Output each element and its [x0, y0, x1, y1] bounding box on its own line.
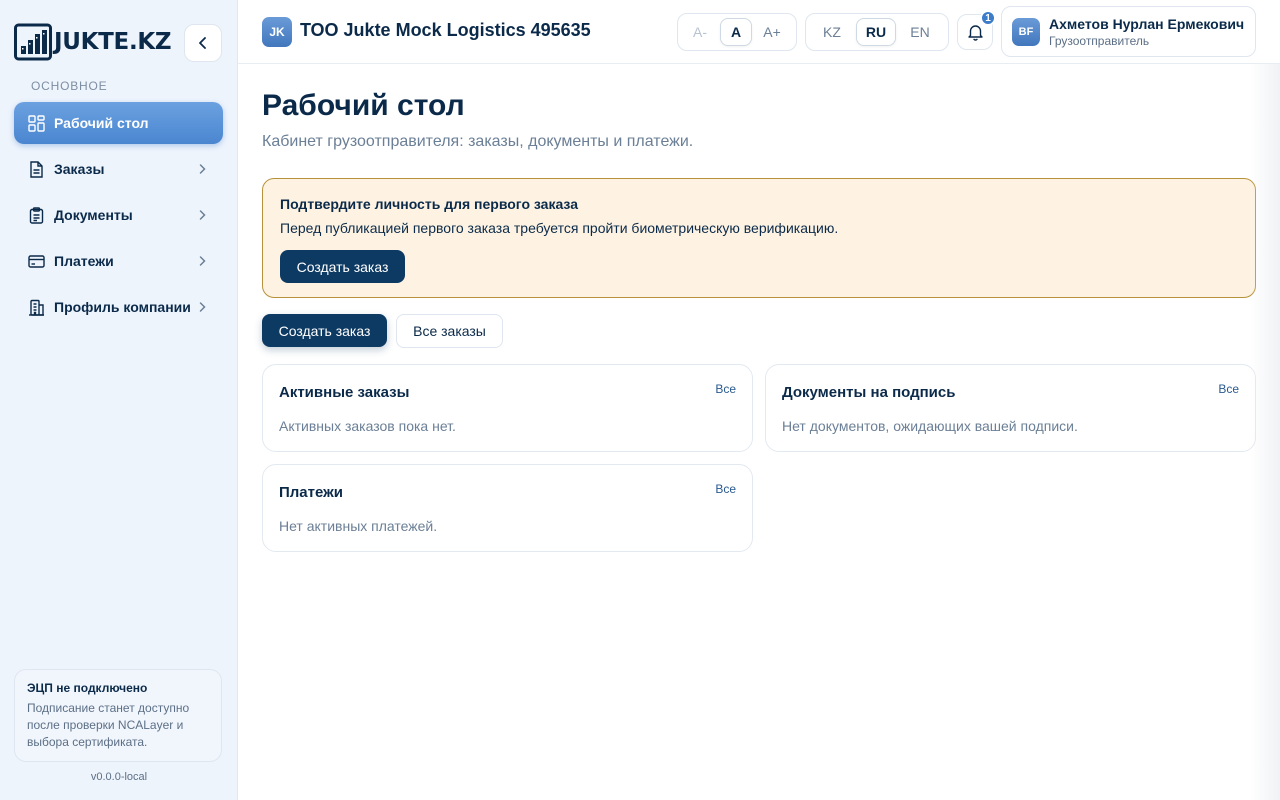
card-empty-text: Активных заказов пока нет. [279, 418, 456, 434]
active-orders-card: Активные заказы Все Активных заказов пок… [262, 364, 753, 452]
create-order-button[interactable]: Создать заказ [262, 314, 387, 347]
notifications-count-badge: 1 [980, 10, 996, 26]
sidebar-item-orders[interactable]: Заказы [14, 148, 223, 190]
language-switcher: KZ RU EN [805, 13, 949, 51]
font-size-decrease[interactable]: A- [684, 18, 716, 46]
sidebar-item-payments[interactable]: Платежи [14, 240, 223, 282]
lang-kz[interactable]: KZ [812, 18, 852, 46]
sidebar-item-company-profile[interactable]: Профиль компании [14, 286, 223, 328]
all-orders-button[interactable]: Все заказы [396, 314, 503, 348]
lang-ru[interactable]: RU [856, 18, 896, 46]
chevron-right-icon [199, 164, 209, 174]
dashboard-icon [27, 114, 45, 132]
payments-all-link[interactable]: Все [715, 482, 736, 496]
chevron-left-icon [199, 37, 206, 49]
font-size-switcher: A- A A+ [677, 13, 797, 51]
app-version: v0.0.0-local [90, 771, 148, 783]
font-size-default[interactable]: A [720, 18, 752, 46]
scroll-shadow [1250, 64, 1280, 800]
sidebar-item-documents[interactable]: Документы [14, 194, 223, 236]
card-empty-text: Нет документов, ожидающих вашей подписи. [782, 418, 1078, 434]
logo[interactable]: JUKTE.KZ [14, 22, 172, 62]
chevron-right-icon [199, 256, 209, 266]
sidebar-section-label: ОСНОВНОЕ [31, 79, 108, 93]
company-name: ТОО Jukte Mock Logistics 495635 [300, 20, 591, 40]
verification-alert: Подтвердите личность для первого заказа … [262, 178, 1256, 298]
page-title: Рабочий стол [262, 89, 465, 122]
sidebar-item-label: Рабочий стол [54, 115, 149, 131]
credit-card-icon [27, 252, 45, 270]
user-menu[interactable]: BF Ахметов Нурлан Ермекович Грузоотправи… [1001, 6, 1256, 57]
building-icon [27, 298, 45, 316]
avatar: BF [1012, 18, 1040, 46]
document-icon [27, 160, 45, 178]
lang-en[interactable]: EN [900, 18, 940, 46]
documents-all-link[interactable]: Все [1218, 382, 1239, 396]
logo-text: JUKTE.KZ [54, 29, 172, 55]
user-role: Грузоотправитель [1049, 34, 1150, 48]
alert-create-order-button[interactable]: Создать заказ [280, 250, 405, 283]
sidebar-item-label: Заказы [54, 161, 105, 177]
sidebar-item-label: Платежи [54, 253, 114, 269]
card-empty-text: Нет активных платежей. [279, 518, 438, 534]
card-title: Активные заказы [279, 384, 410, 401]
sidebar: JUKTE.KZ ОСНОВНОЕ Рабочий стол Заказы До… [0, 0, 238, 800]
user-name: Ахметов Нурлан Ермекович [1049, 16, 1245, 32]
sidebar-nav: Рабочий стол Заказы Документы Платежи Пр… [14, 102, 223, 332]
font-size-increase[interactable]: A+ [756, 18, 788, 46]
sidebar-item-label: Документы [54, 207, 133, 223]
chevron-right-icon [199, 302, 209, 312]
clipboard-icon [27, 206, 45, 224]
alert-title: Подтвердите личность для первого заказа [280, 196, 578, 212]
top-header: JK ТОО Jukte Mock Logistics 495635 A- A … [238, 0, 1280, 64]
payments-card: Платежи Все Нет активных платежей. [262, 464, 753, 552]
eds-status-title: ЭЦП не подключено [27, 681, 148, 695]
eds-status-text: Подписание станет доступно после проверк… [27, 701, 190, 749]
bell-icon [967, 25, 983, 41]
card-title: Платежи [279, 484, 343, 501]
sidebar-item-dashboard[interactable]: Рабочий стол [14, 102, 223, 144]
company-badge: JK [262, 17, 292, 47]
documents-to-sign-card: Документы на подпись Все Нет документов,… [765, 364, 1256, 452]
alert-text: Перед публикацией первого заказа требует… [280, 220, 839, 236]
eds-status-card: ЭЦП не подключено Подписание станет дост… [14, 669, 222, 762]
chevron-right-icon [199, 210, 209, 220]
active-orders-all-link[interactable]: Все [715, 382, 736, 396]
sidebar-item-label: Профиль компании [54, 299, 191, 315]
sidebar-collapse-button[interactable] [184, 24, 222, 62]
page-subtitle: Кабинет грузоотправителя: заказы, докуме… [262, 133, 694, 150]
card-title: Документы на подпись [782, 384, 956, 401]
logo-mark-icon [14, 23, 52, 61]
